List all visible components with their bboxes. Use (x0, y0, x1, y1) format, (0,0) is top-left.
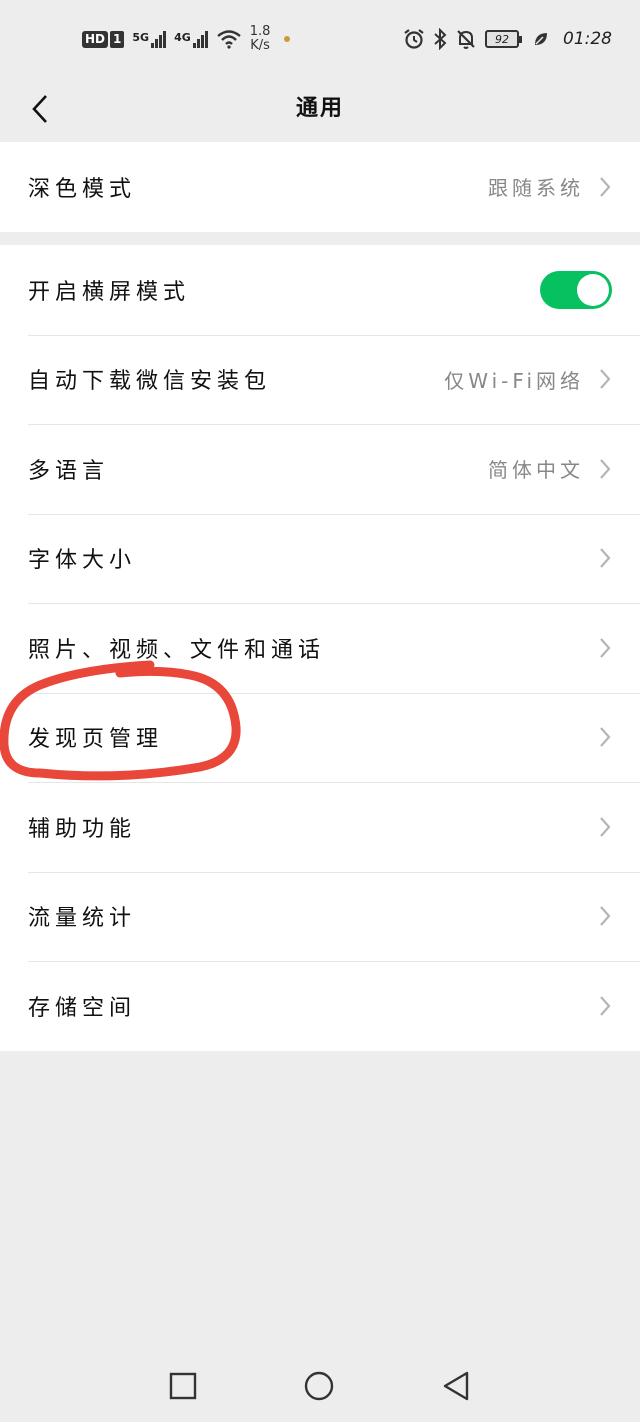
language-label: 多语言 (28, 458, 110, 484)
chevron-right-icon (598, 995, 612, 1017)
language-value: 简体中文 (488, 458, 584, 483)
home-button[interactable] (303, 1370, 335, 1402)
chevron-right-icon (598, 637, 612, 659)
signal-5g-icon: 5G (132, 30, 167, 48)
landscape-mode-label: 开启横屏模式 (28, 279, 191, 305)
traffic-stats-label: 流量统计 (28, 906, 137, 932)
leaf-icon (535, 33, 547, 45)
storage-label: 存储空间 (28, 995, 137, 1021)
language-row[interactable]: 多语言 简体中文 (0, 424, 640, 514)
status-bar: HD 1 5G 4G 1.8 K/s 92 01:28 (0, 0, 640, 78)
triangle-back-icon (443, 1371, 469, 1401)
network-speed: 1.8 K/s (249, 24, 271, 53)
hd-badge: HD (82, 30, 109, 48)
chevron-right-icon (598, 176, 612, 198)
settings-group-display: 深色模式 跟随系统 (0, 142, 640, 232)
accessibility-row[interactable]: 辅助功能 (0, 782, 640, 872)
media-label: 照片、视频、文件和通话 (28, 637, 326, 663)
discover-management-label: 发现页管理 (28, 727, 164, 753)
settings-group-general: 开启横屏模式 自动下载微信安装包 仅Wi-Fi网络 多语言 简体中文 字体大小 … (0, 245, 640, 1051)
battery-icon: 92 (485, 30, 522, 48)
font-size-row[interactable]: 字体大小 (0, 513, 640, 604)
chevron-right-icon (598, 816, 612, 838)
accessibility-label: 辅助功能 (28, 816, 137, 842)
status-left: HD 1 5G 4G 1.8 K/s (82, 24, 291, 53)
system-navigation-bar (0, 1350, 640, 1422)
dark-mode-label: 深色模式 (28, 176, 137, 202)
media-row[interactable]: 照片、视频、文件和通话 (0, 603, 640, 693)
signal-4g-icon: 4G (174, 30, 208, 48)
chevron-right-icon (598, 726, 612, 748)
landscape-mode-row: 开启横屏模式 (0, 245, 640, 335)
chevron-right-icon (598, 905, 612, 927)
toggle-knob (577, 273, 609, 306)
storage-row[interactable]: 存储空间 (0, 961, 640, 1051)
circle-icon (304, 1371, 334, 1401)
page-title: 通用 (295, 96, 344, 121)
discover-management-row[interactable]: 发现页管理 (0, 692, 640, 783)
sim-badge: 1 (110, 30, 125, 48)
auto-download-label: 自动下载微信安装包 (28, 369, 272, 395)
auto-download-value: 仅Wi-Fi网络 (444, 368, 584, 393)
mute-bell-icon (457, 30, 475, 49)
chevron-right-icon (598, 368, 612, 390)
system-back-button[interactable] (440, 1370, 472, 1402)
square-icon (169, 1372, 197, 1400)
font-size-label: 字体大小 (28, 548, 137, 574)
alarm-icon (404, 29, 424, 49)
clock: 01:28 (563, 29, 612, 49)
header: 通用 (0, 78, 640, 140)
status-right: 92 01:28 (403, 28, 612, 50)
auto-download-row[interactable]: 自动下载微信安装包 仅Wi-Fi网络 (0, 334, 640, 425)
notification-dot-icon (284, 36, 291, 42)
dark-mode-value: 跟随系统 (488, 176, 584, 201)
recent-apps-button[interactable] (167, 1370, 199, 1402)
chevron-right-icon (598, 547, 612, 569)
landscape-mode-toggle[interactable] (540, 270, 612, 309)
wifi-icon (216, 30, 241, 49)
traffic-stats-row[interactable]: 流量统计 (0, 871, 640, 962)
bluetooth-icon (434, 28, 447, 50)
dark-mode-row[interactable]: 深色模式 跟随系统 (0, 142, 640, 232)
chevron-right-icon (598, 458, 612, 480)
